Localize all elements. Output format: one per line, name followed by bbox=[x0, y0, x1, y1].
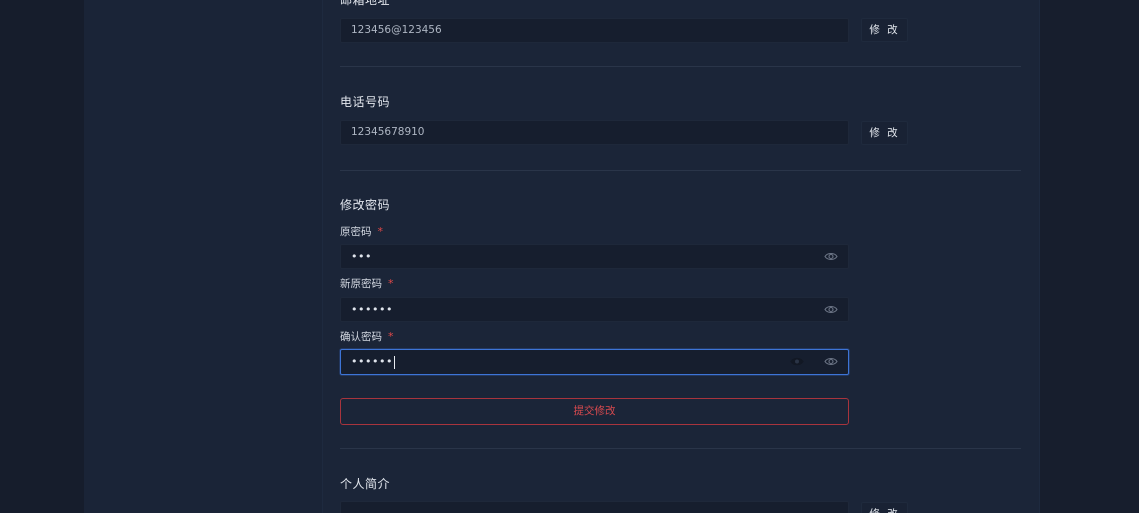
confirm-password-label: 确认密码 * bbox=[340, 329, 394, 344]
phone-edit-button[interactable]: 修 改 bbox=[861, 121, 908, 145]
password-section-title: 修改密码 bbox=[340, 198, 391, 212]
phone-input[interactable]: 12345678910 bbox=[340, 120, 849, 145]
text-caret bbox=[393, 355, 395, 369]
confirm-password-value: •••••• bbox=[351, 355, 393, 368]
email-value: 123456@123456 bbox=[351, 24, 442, 36]
bio-section-title: 个人简介 bbox=[340, 477, 391, 491]
email-edit-button[interactable]: 修 改 bbox=[861, 18, 908, 42]
phone-value: 12345678910 bbox=[351, 126, 425, 138]
divider bbox=[340, 448, 1021, 449]
eye-icon[interactable] bbox=[824, 304, 838, 315]
bio-edit-button[interactable]: 修 改 bbox=[861, 502, 908, 513]
eye-icon[interactable] bbox=[824, 251, 838, 262]
right-gutter bbox=[1040, 0, 1139, 513]
new-password-value: •••••• bbox=[351, 303, 393, 316]
divider bbox=[340, 170, 1021, 171]
required-mark: * bbox=[377, 225, 384, 238]
eye-icon[interactable] bbox=[824, 356, 838, 367]
confirm-password-input[interactable]: •••••• bbox=[340, 349, 849, 375]
divider bbox=[340, 66, 1021, 67]
old-password-input[interactable]: ••• bbox=[340, 244, 849, 269]
new-password-label: 新原密码 * bbox=[340, 276, 394, 291]
required-mark: * bbox=[388, 330, 394, 343]
old-password-label-text: 原密码 bbox=[340, 226, 372, 238]
confirm-password-label-text: 确认密码 bbox=[340, 331, 382, 343]
left-column bbox=[84, 0, 322, 513]
phone-section-title: 电话号码 bbox=[340, 95, 391, 109]
email-section-title: 邮箱地址 bbox=[340, 0, 391, 7]
old-password-label: 原密码 * bbox=[340, 224, 383, 239]
page: 邮箱地址 123456@123456 修 改 电话号码 12345678910 … bbox=[0, 0, 1139, 513]
email-input[interactable]: 123456@123456 bbox=[340, 18, 849, 43]
submit-password-button[interactable]: 提交修改 bbox=[340, 398, 849, 425]
new-password-label-text: 新原密码 bbox=[340, 278, 382, 290]
eye-filled-icon[interactable] bbox=[790, 356, 804, 367]
required-mark: * bbox=[388, 277, 394, 290]
new-password-input[interactable]: •••••• bbox=[340, 297, 849, 322]
bio-input[interactable] bbox=[340, 501, 849, 513]
old-password-value: ••• bbox=[351, 250, 372, 263]
